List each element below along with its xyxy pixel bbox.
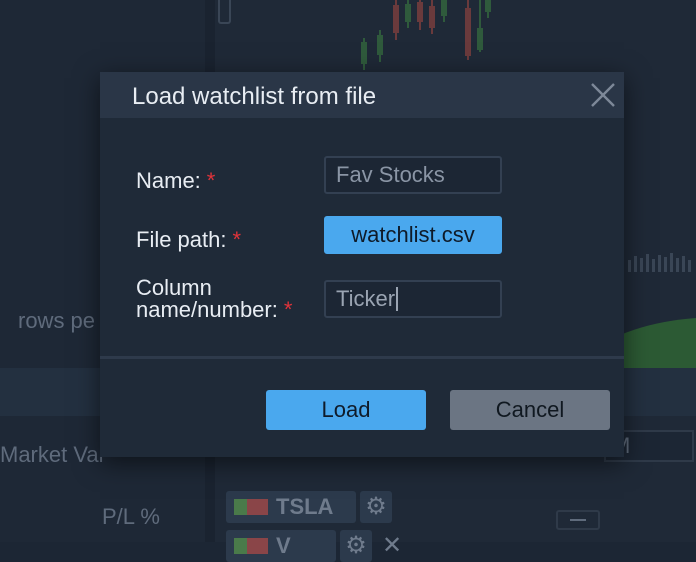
- gear-icon[interactable]: ⚙: [360, 491, 392, 523]
- cancel-button[interactable]: Cancel: [450, 390, 610, 430]
- scrollbar-handle[interactable]: [218, 0, 231, 24]
- file-path-label: File path: *: [136, 227, 242, 252]
- name-label: Name: *: [136, 168, 216, 193]
- close-icon[interactable]: ✕: [376, 530, 408, 562]
- rows-per-label: rows pe: [18, 308, 96, 333]
- text-caret: [396, 287, 398, 311]
- column-label: Column name/number: *: [136, 275, 293, 322]
- ticker-label: V: [276, 533, 291, 558]
- file-path-input[interactable]: watchlist.csv: [324, 216, 502, 254]
- collapse-button[interactable]: [556, 510, 600, 530]
- load-watchlist-dialog: Load watchlist from file Name: * Fav Stoc…: [100, 72, 624, 457]
- required-indicator: *: [283, 297, 293, 322]
- gear-icon[interactable]: ⚙: [340, 530, 372, 562]
- market-value-label: Market Val: [0, 442, 104, 467]
- flag-icon: [234, 499, 268, 515]
- close-icon: [591, 83, 615, 107]
- ticker-chip-v[interactable]: V: [226, 530, 336, 562]
- ticker-label: TSLA: [276, 494, 334, 519]
- dialog-divider: [100, 356, 624, 359]
- load-button[interactable]: Load: [266, 390, 426, 430]
- pl-label: P/L %: [102, 504, 160, 529]
- close-button[interactable]: [590, 82, 616, 108]
- column-input[interactable]: Ticker: [324, 280, 502, 318]
- name-input[interactable]: Fav Stocks: [324, 156, 502, 194]
- volume-bars: [628, 253, 691, 272]
- flag-icon: [234, 538, 268, 554]
- required-indicator: *: [206, 168, 216, 193]
- price-candles: [361, 0, 491, 70]
- dialog-header: Load watchlist from file: [100, 72, 624, 118]
- ticker-chip-tsla[interactable]: TSLA: [226, 491, 356, 523]
- required-indicator: *: [232, 227, 242, 252]
- dialog-title: Load watchlist from file: [132, 83, 377, 110]
